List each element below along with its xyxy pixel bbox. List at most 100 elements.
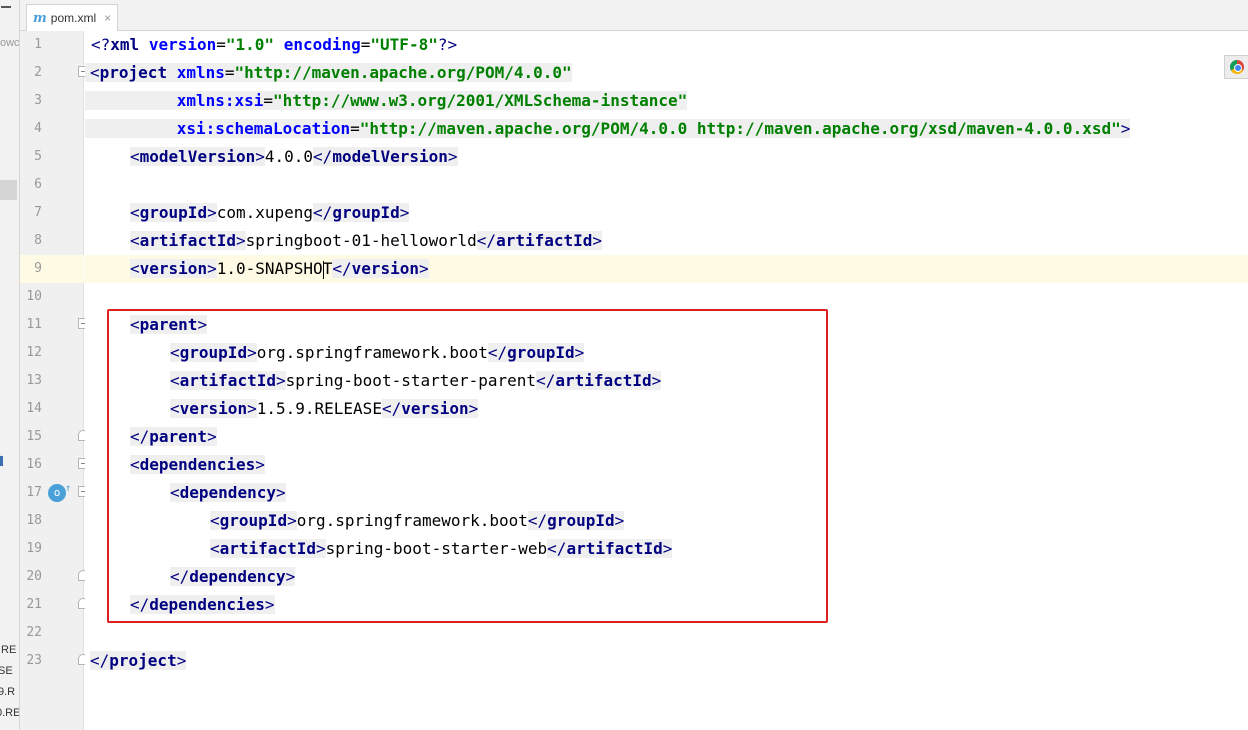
code-line[interactable]: </project> xyxy=(85,647,1248,675)
minimize-icon[interactable] xyxy=(1,6,11,8)
maven-override-icon[interactable]: o xyxy=(48,480,71,502)
side-panel-clip: 8 xyxy=(0,454,2,466)
side-panel-clip: owc xyxy=(0,37,20,49)
line-number: 16 xyxy=(26,457,42,472)
open-in-browser-button[interactable] xyxy=(1224,55,1248,79)
tab-label: pom.xml xyxy=(50,11,97,25)
code-line[interactable]: <?xml version="1.0" encoding="UTF-8"?> xyxy=(85,31,1248,59)
gutter-row: 4 xyxy=(20,115,84,143)
line-number: 6 xyxy=(34,177,42,192)
tag-name: modelVersion xyxy=(139,147,256,166)
tag-name: groupId xyxy=(139,203,208,222)
close-icon[interactable]: × xyxy=(104,11,111,25)
line-number: 7 xyxy=(34,205,42,220)
editor-gutter[interactable]: 1 2 3 4 5 6 7 8 9 10 11 12 13 14 15 16 1… xyxy=(20,31,88,730)
gutter-row-current: 9 xyxy=(20,255,84,283)
code-line[interactable]: <project xmlns="http://maven.apache.org/… xyxy=(85,59,1248,87)
gutter-row: 14 xyxy=(20,395,84,423)
line-number: 22 xyxy=(26,625,42,640)
tag-text: 1.0-SNAPSHO xyxy=(216,259,323,278)
attr-name: encoding xyxy=(283,35,361,54)
tag-name: artifactId xyxy=(139,231,236,250)
gutter-row: 7 xyxy=(20,199,84,227)
line-number: 15 xyxy=(26,429,42,444)
gutter-row: 8 xyxy=(20,227,84,255)
line-number: 1 xyxy=(34,37,42,52)
side-panel-clip[interactable]: SE xyxy=(0,665,13,677)
attr-name: xmlns xyxy=(176,63,225,82)
gutter-row: 22 xyxy=(20,619,84,647)
gutter-row: 15 xyxy=(20,423,88,451)
line-number: 23 xyxy=(26,653,42,668)
tag-name: project xyxy=(99,63,168,82)
xml-decl-open: <? xyxy=(91,35,111,54)
gutter-row: 12 xyxy=(20,339,84,367)
tag-name: artifactId xyxy=(496,231,593,250)
chrome-icon xyxy=(1230,60,1244,74)
annotation-highlight-box xyxy=(107,309,828,623)
project-panel-edge: owc 8 .RE SE 9.R 0.RE xyxy=(0,0,20,730)
editor-tab-bar: m pom.xml × xyxy=(20,0,1248,31)
tag-name: project xyxy=(109,651,177,670)
tag-name: groupId xyxy=(332,203,400,222)
code-line[interactable]: <groupId>com.xupeng</groupId> xyxy=(85,199,1248,227)
code-line[interactable]: xmlns:xsi="http://www.w3.org/2001/XMLSch… xyxy=(85,87,1248,115)
attr-value: "1.0" xyxy=(225,35,275,54)
line-number: 21 xyxy=(26,597,42,612)
line-number: 19 xyxy=(26,541,42,556)
line-number: 12 xyxy=(26,345,42,360)
attr-value: "http://maven.apache.org/POM/4.0.0 http:… xyxy=(359,119,1121,138)
maven-file-icon: m xyxy=(33,10,47,26)
gutter-row: 2 xyxy=(20,59,88,87)
gutter-row: 16 xyxy=(20,451,88,479)
side-panel-clip[interactable]: 9.R xyxy=(0,686,15,698)
line-number: 4 xyxy=(34,121,42,136)
attr-name: xsi:schemaLocation xyxy=(176,119,351,138)
line-number: 17 xyxy=(26,485,42,500)
tag-name: version xyxy=(351,259,420,278)
gutter-row: 11 xyxy=(20,311,88,339)
gutter-row: 6 xyxy=(20,171,84,199)
side-panel-selected-row[interactable] xyxy=(0,180,17,200)
xml-decl-name: xml xyxy=(110,35,140,54)
side-panel-clip[interactable]: .RE xyxy=(0,644,16,656)
gutter-row: 20 xyxy=(20,563,88,591)
attr-value: "http://www.w3.org/2001/XMLSchema-instan… xyxy=(273,91,688,110)
attr-value: "UTF-8" xyxy=(370,35,438,54)
attr-name: version xyxy=(148,35,217,54)
gutter-row: 10 xyxy=(20,283,84,311)
tag-text: T xyxy=(322,259,333,278)
line-number: 8 xyxy=(34,233,42,248)
gutter-row: 18 xyxy=(20,507,84,535)
gutter-row: 1 xyxy=(20,31,84,59)
tab-pom-xml[interactable]: m pom.xml × xyxy=(26,4,119,31)
tag-text: com.xupeng xyxy=(216,203,314,222)
gutter-row: 23 xyxy=(20,647,88,675)
gutter-row: 17 o xyxy=(20,479,88,507)
line-number: 13 xyxy=(26,373,42,388)
code-line[interactable]: xsi:schemaLocation="http://maven.apache.… xyxy=(85,115,1248,143)
tag-text: 4.0.0 xyxy=(264,147,314,166)
gutter-row: 21 xyxy=(20,591,88,619)
tag-text: springboot-01-helloworld xyxy=(245,231,477,250)
code-line[interactable]: <modelVersion>4.0.0</modelVersion> xyxy=(85,143,1248,171)
line-number: 5 xyxy=(34,149,42,164)
line-number: 18 xyxy=(26,513,42,528)
tag-name: version xyxy=(139,259,208,278)
code-line-current[interactable]: <version>1.0-SNAPSHOT</version> xyxy=(85,255,1248,283)
gutter-row: 13 xyxy=(20,367,84,395)
tag-name: modelVersion xyxy=(332,147,448,166)
line-number: 20 xyxy=(26,569,42,584)
line-number: 11 xyxy=(26,317,42,332)
gutter-row: 19 xyxy=(20,535,84,563)
line-number: 3 xyxy=(34,93,42,108)
side-panel-clip[interactable]: 0.RE xyxy=(0,707,19,719)
line-number: 10 xyxy=(26,289,42,304)
gutter-row: 5 xyxy=(20,143,84,171)
attr-value: "http://maven.apache.org/POM/4.0.0" xyxy=(234,63,572,82)
line-number: 9 xyxy=(34,261,42,276)
code-line[interactable]: <artifactId>springboot-01-helloworld</ar… xyxy=(85,227,1248,255)
line-number: 14 xyxy=(26,401,42,416)
attr-name: xmlns:xsi xyxy=(176,91,264,110)
xml-decl-close: ?> xyxy=(437,35,458,54)
